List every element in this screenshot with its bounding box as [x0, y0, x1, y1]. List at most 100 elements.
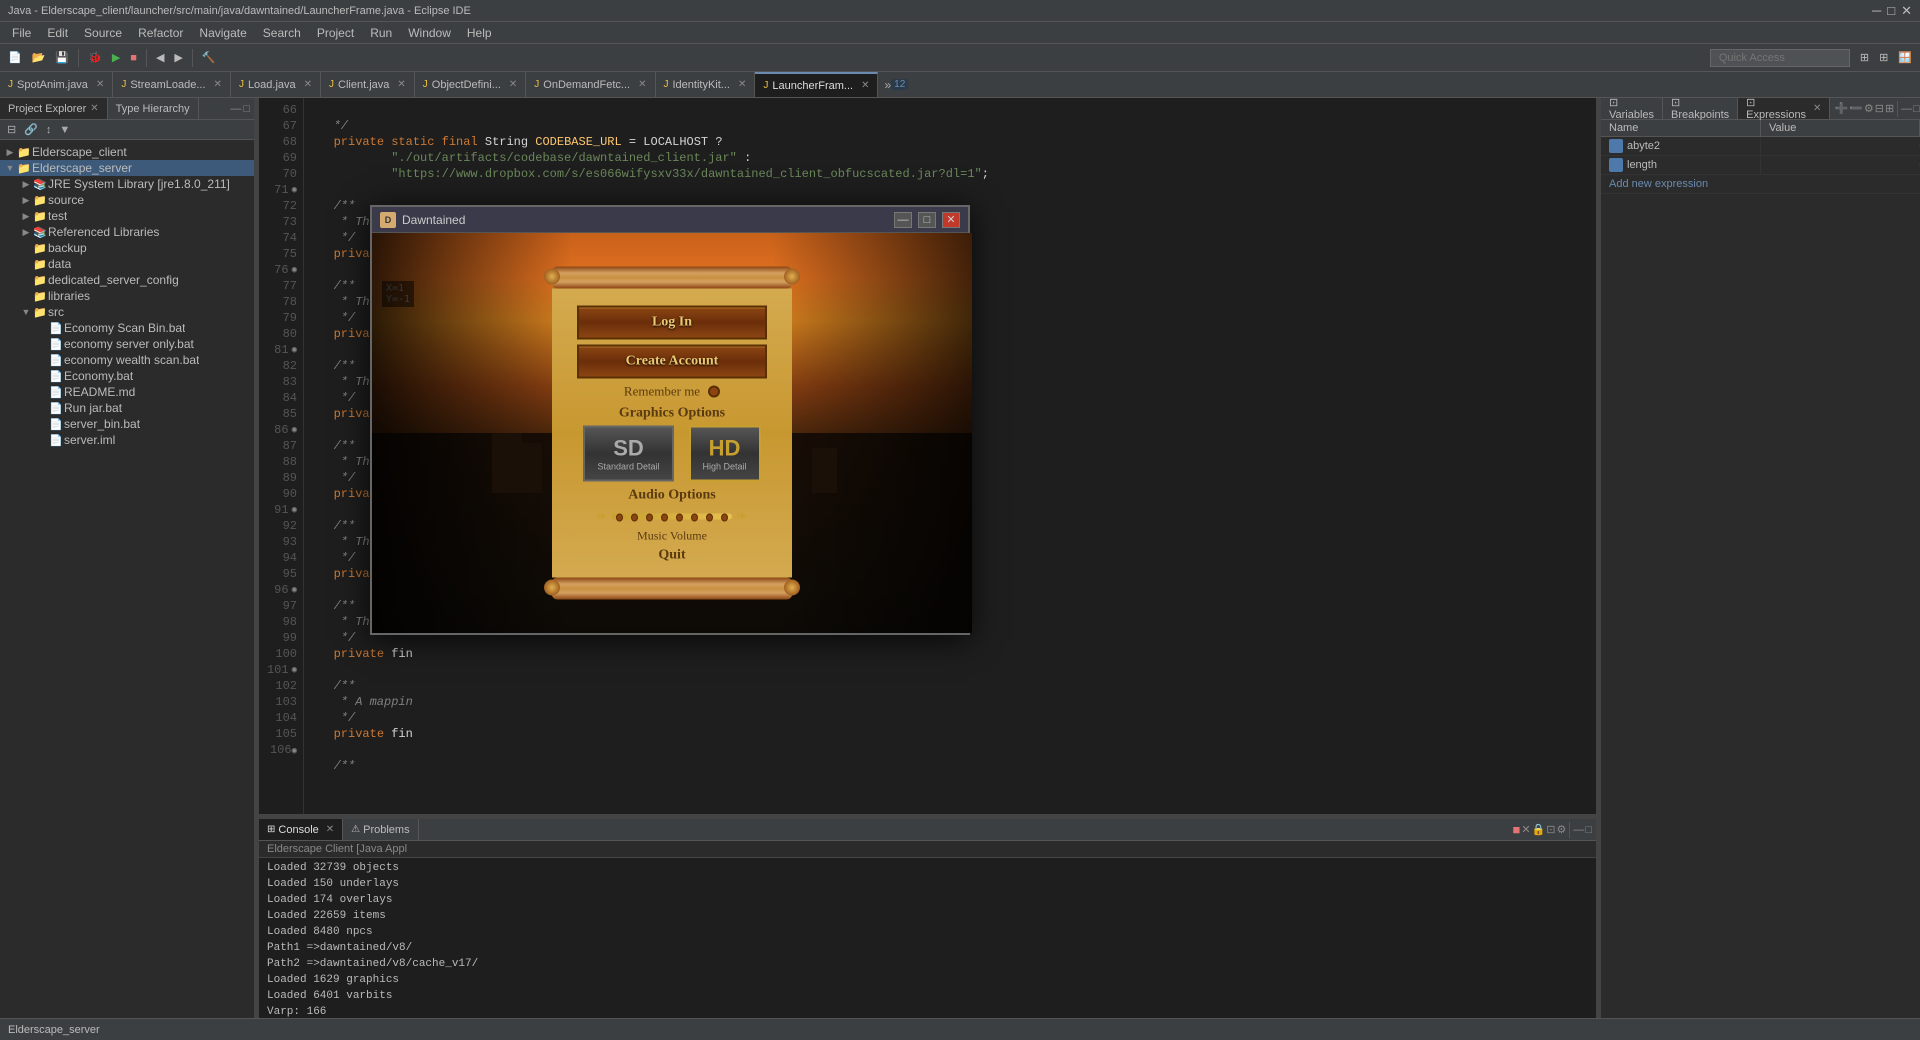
console-max-btn[interactable]: □ — [1585, 824, 1592, 836]
perspective-btn[interactable]: ⊞ — [1856, 49, 1873, 66]
tree-item-economy-server[interactable]: 📄 economy server only.bat — [0, 336, 254, 352]
tree-item-economy-bat[interactable]: 📄 Economy.bat — [0, 368, 254, 384]
quit-button[interactable]: Quit — [622, 548, 722, 564]
tab-objectdefini[interactable]: J ObjectDefini... ✕ — [415, 72, 526, 97]
tab-identitykit-close[interactable]: ✕ — [738, 79, 746, 90]
tab-launcherframe-close[interactable]: ✕ — [861, 80, 869, 91]
login-button[interactable]: Log In — [577, 306, 767, 340]
tab-ondemandfetc-close[interactable]: ✕ — [638, 79, 646, 90]
right-expand-btn[interactable]: ⊞ — [1885, 102, 1894, 115]
maximize-btn[interactable]: □ — [1887, 3, 1895, 19]
tree-item-jre[interactable]: ▶ 📚 JRE System Library [jre1.8.0_211] — [0, 176, 254, 192]
tab-spotanim-close[interactable]: ✕ — [96, 79, 104, 90]
tree-item-source[interactable]: ▶ 📁 source — [0, 192, 254, 208]
console-min-btn[interactable]: — — [1573, 824, 1584, 836]
menu-help[interactable]: Help — [459, 24, 500, 42]
tree-item-dedicated-server-config[interactable]: 📁 dedicated_server_config — [0, 272, 254, 288]
tab-client-close[interactable]: ✕ — [397, 79, 405, 90]
menu-search[interactable]: Search — [255, 24, 309, 42]
prev-btn[interactable]: ◀ — [152, 49, 168, 66]
menu-refactor[interactable]: Refactor — [130, 24, 191, 42]
game-restore-btn[interactable]: □ — [918, 212, 936, 228]
tab-ondemandfetc[interactable]: J OnDemandFetc... ✕ — [526, 72, 655, 97]
game-minimize-btn[interactable]: — — [894, 212, 912, 228]
sidebar-filter-btn[interactable]: ▼ — [56, 123, 73, 137]
menu-run[interactable]: Run — [362, 24, 400, 42]
collapse-all-btn[interactable]: ⊟ — [4, 122, 19, 137]
run-btn[interactable]: ▶ — [108, 49, 124, 66]
quick-access-input[interactable] — [1710, 49, 1850, 67]
link-editor-btn[interactable]: 🔗 — [21, 122, 41, 137]
console-clear-btn[interactable]: ✕ — [1521, 823, 1530, 836]
tree-item-src[interactable]: ▼ 📁 src — [0, 304, 254, 320]
menu-window[interactable]: Window — [400, 24, 459, 42]
minimize-btn[interactable]: ─ — [1872, 3, 1881, 19]
audio-slider[interactable] — [612, 513, 732, 519]
tab-launcherframe[interactable]: J LauncherFram... ✕ — [755, 72, 878, 97]
hd-btn[interactable]: HD High Detail — [689, 426, 761, 482]
tree-item-economy-scan[interactable]: 📄 Economy Scan Bin.bat — [0, 320, 254, 336]
console-filter-btn[interactable]: ⊡ — [1546, 823, 1555, 836]
project-explorer-close[interactable]: ✕ — [90, 103, 98, 114]
right-settings-btn[interactable]: ⚙ — [1864, 102, 1874, 115]
build-btn[interactable]: 🔨 — [198, 49, 220, 66]
tab-spotanim[interactable]: J SpotAnim.java ✕ — [0, 72, 113, 97]
open-btn[interactable]: 📂 — [28, 49, 50, 66]
right-remove-btn[interactable]: ➖ — [1849, 102, 1863, 115]
tab-breakpoints[interactable]: ⊡ Breakpoints — [1663, 98, 1738, 119]
tab-problems[interactable]: ⚠ Problems — [343, 819, 418, 840]
tab-streamloader[interactable]: J StreamLoade... ✕ — [113, 72, 231, 97]
vars-row-length[interactable]: length — [1601, 156, 1920, 175]
menu-file[interactable]: File — [4, 24, 39, 42]
close-btn[interactable]: ✕ — [1901, 3, 1912, 19]
remember-me-toggle[interactable] — [708, 386, 720, 398]
vars-row-abyte2[interactable]: abyte2 — [1601, 137, 1920, 156]
right-add-btn[interactable]: ➕ — [1834, 102, 1848, 115]
tree-item-backup[interactable]: 📁 backup — [0, 240, 254, 256]
right-min-btn[interactable]: — — [1901, 103, 1912, 115]
console-stop-btn[interactable]: ■ — [1512, 822, 1520, 837]
sd-btn[interactable]: SD Standard Detail — [583, 426, 673, 482]
window-btn[interactable]: 🪟 — [1894, 49, 1916, 66]
tree-item-server-bin[interactable]: 📄 server_bin.bat — [0, 416, 254, 432]
sync-btn[interactable]: ↕ — [43, 123, 55, 137]
tab-objectdefini-close[interactable]: ✕ — [509, 79, 517, 90]
add-expression-row[interactable]: Add new expression — [1601, 175, 1920, 194]
tree-item-server-iml[interactable]: 📄 server.iml — [0, 432, 254, 448]
menu-source[interactable]: Source — [76, 24, 130, 42]
menu-navigate[interactable]: Navigate — [191, 24, 254, 42]
tree-item-libraries[interactable]: 📁 libraries — [0, 288, 254, 304]
tab-streamloader-close[interactable]: ✕ — [214, 79, 222, 90]
save-btn[interactable]: 💾 — [51, 49, 73, 66]
tab-load-close[interactable]: ✕ — [304, 79, 312, 90]
right-max-btn[interactable]: □ — [1913, 103, 1920, 115]
tree-item-economy-wealth[interactable]: 📄 economy wealth scan.bat — [0, 352, 254, 368]
tab-overflow[interactable]: » 12 — [878, 72, 914, 97]
create-account-button[interactable]: Create Account — [577, 345, 767, 379]
expressions-close[interactable]: ✕ — [1813, 103, 1821, 114]
tab-project-explorer[interactable]: Project Explorer ✕ — [0, 98, 108, 119]
tree-item-referenced-libraries[interactable]: ▶ 📚 Referenced Libraries — [0, 224, 254, 240]
tab-load[interactable]: J Load.java ✕ — [231, 72, 321, 97]
right-collapse-btn[interactable]: ⊟ — [1875, 102, 1884, 115]
tree-item-run-jar[interactable]: 📄 Run jar.bat — [0, 400, 254, 416]
stop-btn[interactable]: ■ — [126, 50, 141, 66]
add-expression-cell[interactable]: Add new expression — [1601, 175, 1716, 193]
console-close[interactable]: ✕ — [326, 824, 334, 835]
menu-project[interactable]: Project — [309, 24, 362, 42]
tab-client[interactable]: J Client.java ✕ — [321, 72, 415, 97]
menu-edit[interactable]: Edit — [39, 24, 76, 42]
tree-item-readme[interactable]: 📄 README.md — [0, 384, 254, 400]
tab-identitykit[interactable]: J IdentityKit... ✕ — [656, 72, 756, 97]
tree-item-data[interactable]: 📁 data — [0, 256, 254, 272]
console-settings-btn[interactable]: ⚙ — [1556, 823, 1566, 836]
sidebar-max-btn[interactable]: □ — [243, 103, 250, 115]
console-output[interactable]: Loaded 32739 objects Loaded 150 underlay… — [259, 858, 1596, 1018]
debug-btn[interactable]: 🐞 — [84, 49, 106, 66]
tree-item-elderscape-server[interactable]: ▼ 📁 Elderscape_server — [0, 160, 254, 176]
tab-type-hierarchy[interactable]: Type Hierarchy — [108, 98, 199, 119]
open-perspective-btn[interactable]: ⊞ — [1875, 49, 1892, 66]
tab-expressions[interactable]: ⊡ Expressions ✕ — [1738, 98, 1830, 119]
tab-console[interactable]: ⊞ Console ✕ — [259, 819, 343, 840]
game-close-btn[interactable]: ✕ — [942, 212, 960, 228]
